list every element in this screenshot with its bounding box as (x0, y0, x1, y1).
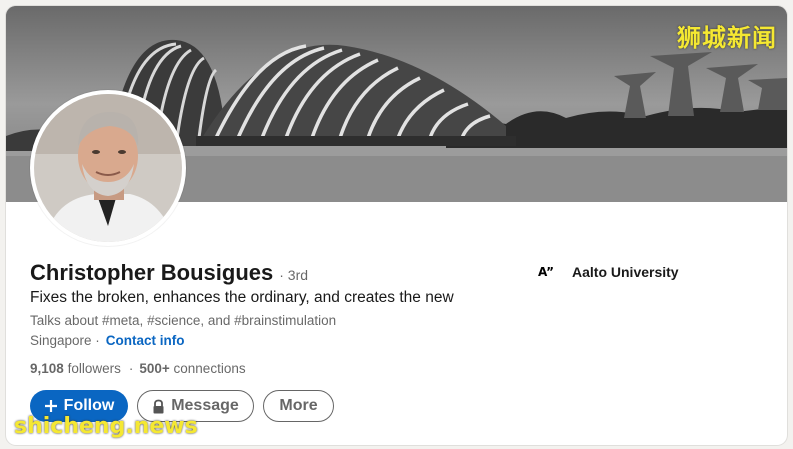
connection-degree: · 3rd (279, 267, 309, 283)
education-name: Aalto University (572, 264, 679, 280)
lock-icon (152, 399, 165, 414)
message-label: Message (171, 397, 239, 414)
follow-label: Follow (63, 397, 115, 414)
connections-label: connections (173, 361, 246, 376)
education-item[interactable]: A” Aalto University (538, 264, 679, 280)
aalto-logo-icon: A” (538, 265, 555, 279)
location: Singapore · (30, 333, 100, 348)
followers-label: followers (67, 361, 121, 376)
connections-stat[interactable]: 500+ connections (139, 361, 245, 376)
talks-about: Talks about #meta, #science, and #brains… (30, 313, 337, 328)
connections-count: 500+ (139, 361, 170, 376)
stats-separator: · (128, 361, 134, 376)
followers-count: 9,108 (30, 361, 64, 376)
profile-name: Christopher Bousigues (30, 260, 274, 285)
avatar-photo (34, 94, 182, 242)
more-button[interactable]: More (263, 390, 334, 422)
footer-watermark: shicheng.news (14, 414, 198, 439)
profile-headline: Fixes the broken, enhances the ordinary,… (30, 289, 454, 306)
more-label: More (279, 397, 318, 414)
followers-stat[interactable]: 9,108 followers (30, 361, 121, 376)
banner-watermark: 狮城新闻 (677, 24, 777, 52)
plus-icon (44, 399, 58, 413)
location-row: Singapore · Contact info (30, 333, 185, 348)
profile-card: 狮城新闻 Christopher Bousigues · 3rd Fixes t… (6, 6, 787, 445)
contact-info-link[interactable]: Contact info (106, 333, 185, 348)
avatar[interactable] (30, 90, 186, 246)
stats-row: 9,108 followers · 500+ connections (30, 361, 246, 376)
name-row: Christopher Bousigues · 3rd (30, 260, 308, 286)
